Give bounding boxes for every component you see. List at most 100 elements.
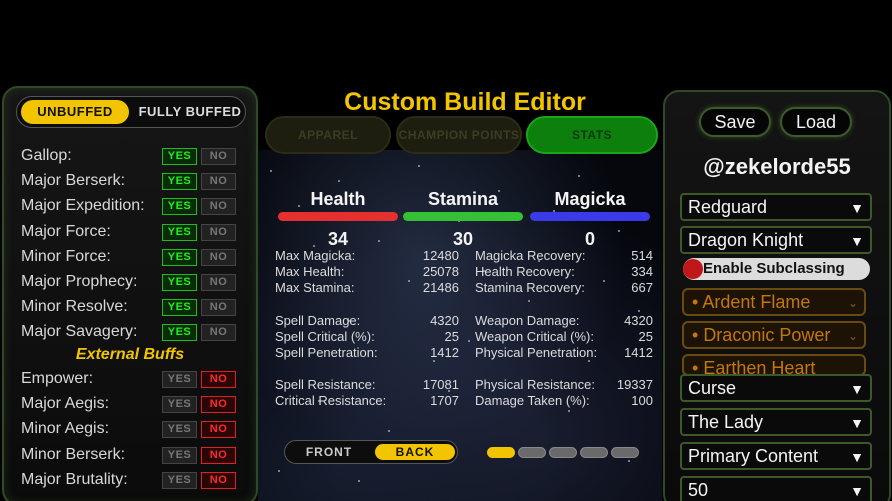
star bbox=[418, 165, 420, 167]
enable-subclassing-toggle[interactable]: Enable Subclassing bbox=[683, 258, 870, 280]
no-toggle[interactable]: NO bbox=[201, 446, 236, 464]
class-select[interactable]: Dragon Knight ▼ bbox=[680, 226, 872, 254]
page-dot[interactable] bbox=[518, 447, 546, 458]
level-select[interactable]: 50 ▼ bbox=[680, 476, 872, 501]
stat-name: Spell Penetration: bbox=[275, 345, 378, 360]
race-select[interactable]: Redguard ▼ bbox=[680, 193, 872, 221]
tab-champion-points[interactable]: CHAMPION POINTS bbox=[396, 116, 522, 154]
star bbox=[578, 175, 580, 177]
no-toggle[interactable]: NO bbox=[201, 248, 236, 266]
stat-value: 667 bbox=[631, 280, 653, 295]
buff-label: Gallop: bbox=[21, 147, 72, 164]
boon-select[interactable]: The Lady ▼ bbox=[680, 408, 872, 436]
page-dot[interactable] bbox=[580, 447, 608, 458]
stat-line: Physical Penetration: 1412 bbox=[475, 345, 653, 361]
stat-value: 4320 bbox=[624, 313, 653, 328]
yes-toggle[interactable]: YES bbox=[162, 223, 197, 241]
stat-name: Damage Taken (%): bbox=[475, 393, 590, 408]
buff-mode-toggle[interactable]: UNBUFFED FULLY BUFFED bbox=[16, 96, 246, 128]
skill-line-select-1[interactable]: • Ardent Flame ⌄ bbox=[682, 288, 866, 316]
no-toggle[interactable]: NO bbox=[201, 471, 236, 489]
front-back-toggle[interactable]: FRONT BACK bbox=[284, 440, 458, 464]
toggle-knob bbox=[683, 259, 703, 279]
no-toggle[interactable]: NO bbox=[201, 223, 236, 241]
no-toggle[interactable]: NO bbox=[201, 148, 236, 165]
buff-row: Major Aegis: YES NO bbox=[21, 393, 251, 415]
buff-row: Gallop: YES NO bbox=[21, 145, 251, 167]
class-value: Dragon Knight bbox=[688, 230, 804, 250]
buff-label: Empower: bbox=[21, 370, 94, 387]
buff-label: Major Berserk: bbox=[21, 172, 126, 190]
star bbox=[338, 180, 340, 182]
stat-line: Damage Taken (%): 100 bbox=[475, 393, 653, 409]
no-toggle[interactable]: NO bbox=[201, 371, 236, 388]
mundus-select[interactable]: Curse ▼ bbox=[680, 374, 872, 402]
yes-toggle[interactable]: YES bbox=[162, 371, 197, 388]
page-dot[interactable] bbox=[611, 447, 639, 458]
stat-line: Stamina Recovery: 667 bbox=[475, 280, 653, 296]
buff-label: Minor Force: bbox=[21, 247, 111, 265]
load-button[interactable]: Load bbox=[780, 107, 852, 137]
skill-line-select-3[interactable]: • Earthen Heart bbox=[682, 354, 866, 376]
star bbox=[270, 170, 272, 172]
star bbox=[628, 460, 630, 462]
stat-value: 4320 bbox=[430, 313, 459, 328]
yes-toggle[interactable]: YES bbox=[162, 148, 197, 165]
buff-row: Major Force: YES NO bbox=[21, 221, 251, 243]
yes-toggle[interactable]: YES bbox=[162, 248, 197, 266]
buff-row: Minor Resolve: YES NO bbox=[21, 296, 251, 318]
buff-row: Major Prophecy: YES NO bbox=[21, 271, 251, 293]
yes-toggle[interactable]: YES bbox=[162, 299, 197, 317]
yes-toggle[interactable]: YES bbox=[162, 421, 197, 439]
yes-toggle[interactable]: YES bbox=[162, 396, 197, 414]
yes-toggle[interactable]: YES bbox=[162, 173, 197, 191]
fully-buffed-option[interactable]: FULLY BUFFED bbox=[135, 100, 245, 124]
tab-apparel[interactable]: APPAREL bbox=[265, 116, 391, 154]
tab-stats[interactable]: STATS bbox=[526, 116, 658, 154]
stat-line: Spell Critical (%): 25 bbox=[275, 329, 459, 345]
yes-toggle[interactable]: YES bbox=[162, 324, 197, 342]
stat-value: 25 bbox=[444, 329, 459, 344]
external-buffs-heading: External Buffs bbox=[75, 346, 185, 363]
magicka-points[interactable]: 0 bbox=[530, 229, 650, 250]
buff-label: Minor Aegis: bbox=[21, 420, 110, 438]
dropdown-arrow-icon: ▼ bbox=[850, 381, 864, 397]
back-option[interactable]: BACK bbox=[375, 444, 455, 460]
stat-line: Health Recovery: 334 bbox=[475, 264, 653, 280]
no-toggle[interactable]: NO bbox=[201, 324, 236, 342]
no-toggle[interactable]: NO bbox=[201, 421, 236, 439]
yes-toggle[interactable]: YES bbox=[162, 446, 197, 464]
no-toggle[interactable]: NO bbox=[201, 198, 236, 216]
save-button[interactable]: Save bbox=[699, 107, 771, 137]
level-value: 50 bbox=[688, 480, 709, 500]
front-option[interactable]: FRONT bbox=[291, 444, 367, 460]
unbuffed-option[interactable]: UNBUFFED bbox=[21, 100, 129, 124]
buff-row: Minor Berserk: YES NO bbox=[21, 444, 251, 466]
no-toggle[interactable]: NO bbox=[201, 274, 236, 291]
stat-name: Weapon Damage: bbox=[475, 313, 580, 328]
no-toggle[interactable]: NO bbox=[201, 173, 236, 191]
buff-row: Major Savagery: YES NO bbox=[21, 321, 251, 343]
no-toggle[interactable]: NO bbox=[201, 396, 236, 414]
buff-label: Major Aegis: bbox=[21, 395, 110, 413]
no-toggle[interactable]: NO bbox=[201, 299, 236, 317]
stat-name: Stamina Recovery: bbox=[475, 280, 585, 295]
stamina-points[interactable]: 30 bbox=[403, 229, 523, 250]
stat-value: 1707 bbox=[430, 393, 459, 408]
stat-line: Spell Damage: 4320 bbox=[275, 313, 459, 329]
buff-row: Empower: YES NO bbox=[21, 368, 251, 390]
dropdown-arrow-icon: ▼ bbox=[850, 415, 864, 431]
stat-line: Weapon Damage: 4320 bbox=[475, 313, 653, 329]
health-points[interactable]: 34 bbox=[278, 229, 398, 250]
yes-toggle[interactable]: YES bbox=[162, 471, 197, 489]
yes-toggle[interactable]: YES bbox=[162, 274, 197, 291]
stat-line: Magicka Recovery: 514 bbox=[475, 248, 653, 264]
yes-toggle[interactable]: YES bbox=[162, 198, 197, 216]
stat-line: Max Health: 25078 bbox=[275, 264, 459, 280]
page-dot[interactable] bbox=[487, 447, 515, 458]
stat-value: 17081 bbox=[422, 377, 459, 392]
skill-line-select-2[interactable]: • Draconic Power ⌄ bbox=[682, 321, 866, 349]
buff-label: Major Force: bbox=[21, 222, 111, 240]
content-select[interactable]: Primary Content ▼ bbox=[680, 442, 872, 470]
page-dot[interactable] bbox=[549, 447, 577, 458]
